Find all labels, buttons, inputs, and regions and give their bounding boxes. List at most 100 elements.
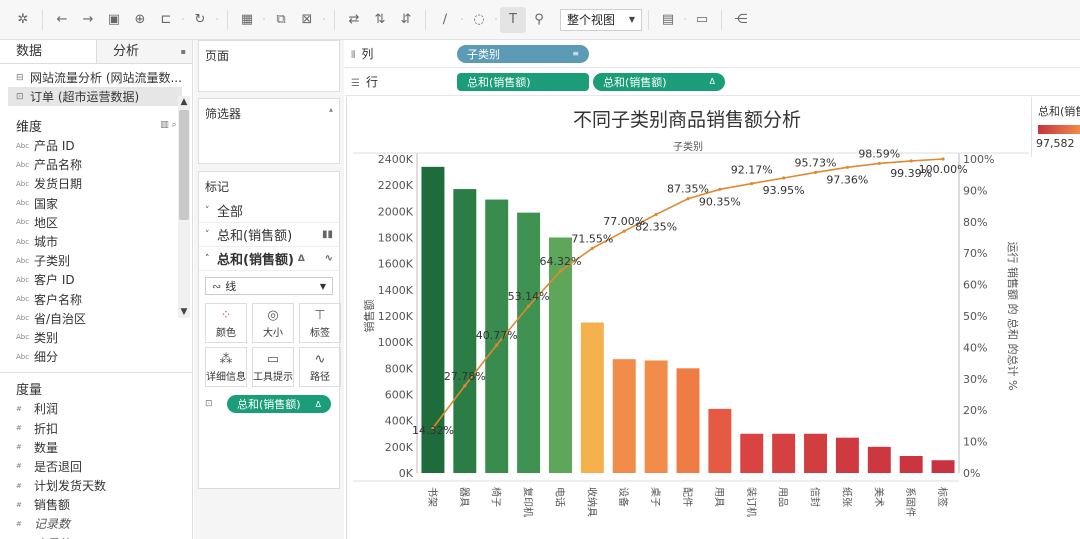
tab-data[interactable]: 数据: [0, 40, 96, 63]
rows-pill-1[interactable]: 总和(销售额): [457, 72, 589, 91]
dropdown-dot[interactable]: ·: [681, 15, 689, 25]
pages-title: 页面: [205, 49, 230, 63]
new-datasource-icon[interactable]: ⊕: [127, 7, 153, 33]
field-label: 城市: [34, 235, 59, 250]
field-item[interactable]: Abc 类别: [0, 328, 192, 347]
field-label: 利润: [34, 402, 59, 417]
field-item[interactable]: Abc 城市: [0, 232, 192, 251]
new-worksheet-icon[interactable]: ▦: [234, 7, 260, 33]
pages-card[interactable]: 页面: [198, 40, 340, 92]
refresh-icon[interactable]: ↻: [187, 7, 213, 33]
sort-descending-icon[interactable]: ⇵: [393, 7, 419, 33]
pareto-chart[interactable]: 子类别 0K 200K 400K 600K 800K 1000K 1200K 1400K 1600…: [347, 97, 1031, 539]
pin-icon[interactable]: ⚲: [526, 7, 552, 33]
tableau-logo-icon[interactable]: ✲: [10, 7, 36, 33]
back-icon[interactable]: ←: [49, 7, 75, 33]
size-encoding-button[interactable]: ◎ 大小: [252, 303, 294, 343]
dropdown-dot[interactable]: ·: [320, 15, 328, 25]
marks-sales-line-row[interactable]: ˄ 总和(销售额) Δ ∿: [199, 247, 339, 271]
mark-type-select[interactable]: ∾ 线 ▼: [205, 277, 333, 295]
field-item[interactable]: #度量值: [0, 534, 192, 539]
presentation-icon[interactable]: ▭: [689, 7, 715, 33]
chevron-down-icon[interactable]: ▼: [178, 306, 190, 318]
marks-sales-bar-row[interactable]: ˅ 总和(销售额) ▮▮: [199, 223, 339, 247]
rows-shelf[interactable]: ☰ 行 总和(销售额) 总和(销售额) Δ: [345, 68, 1080, 96]
dimension-type-icon: Abc: [16, 237, 30, 246]
line-data-label: 27.78%: [444, 370, 486, 383]
encoding-label: 路径: [310, 371, 330, 383]
field-item[interactable]: Abc 发货日期: [0, 174, 192, 193]
columns-shelf[interactable]: ⦀ 列 子类别 ≡: [345, 40, 1080, 68]
dimension-type-icon: Abc: [16, 333, 30, 342]
detail-encoding-button[interactable]: ⁂ 详细信息: [205, 347, 247, 387]
dropdown-dot[interactable]: ·: [179, 15, 187, 25]
marks-all-row[interactable]: ˅ 全部: [199, 199, 339, 223]
duplicate-icon[interactable]: ⧉: [268, 7, 294, 33]
tooltip-encoding-button[interactable]: ▭ 工具提示: [252, 347, 294, 387]
color-legend[interactable]: 总和(销售额) 97,582: [1031, 97, 1080, 157]
dropdown-dot[interactable]: ·: [492, 15, 500, 25]
field-item[interactable]: # 利润: [0, 399, 192, 418]
forward-icon[interactable]: →: [75, 7, 101, 33]
field-item[interactable]: # 销售额: [0, 495, 192, 514]
highlight-icon[interactable]: ∕: [432, 7, 458, 33]
card-menu-icon[interactable]: ▴: [329, 105, 333, 114]
line-point: [750, 181, 754, 186]
color-encoding-button[interactable]: ⁘ 颜色: [205, 303, 247, 343]
field-item[interactable]: # 计划发货天数: [0, 476, 192, 495]
path-encoding-button[interactable]: ∿ 路径: [299, 347, 341, 387]
path-pill[interactable]: 总和(销售额) Δ: [227, 395, 331, 413]
x-axis-title: 子类别: [673, 140, 703, 153]
label-encoding-button[interactable]: ⊤ 标签: [299, 303, 341, 343]
marks-all-label: 全部: [217, 205, 244, 220]
field-item[interactable]: Abc 省/自治区: [0, 309, 192, 328]
view-mode-select[interactable]: 整个视图 ▼: [560, 8, 642, 31]
show-me-icon[interactable]: ▤: [655, 7, 681, 33]
pause-update-icon[interactable]: ⊏: [153, 7, 179, 33]
filters-card[interactable]: 筛选器 ▴: [198, 98, 340, 164]
field-item[interactable]: # 是否退回: [0, 457, 192, 476]
field-item[interactable]: Abc 产品名称: [0, 155, 192, 174]
datasource-item-selected[interactable]: ⊡ 订单 (超市运营数据): [8, 87, 182, 106]
datasource-item[interactable]: ⊟ 网站流量分析 (网站流量数...: [0, 68, 192, 87]
x-tick-label: 复印机: [522, 487, 535, 517]
field-label: 是否退回: [34, 459, 83, 474]
chart-view[interactable]: 不同子类别商品销售额分析 子类别 0K 200K 400K 600K 800K 1000K 1…: [346, 97, 1030, 539]
chevron-up-icon[interactable]: ▲: [178, 96, 190, 108]
datasource-label: 订单 (超市运营数据): [30, 90, 140, 104]
field-item[interactable]: # 折扣: [0, 418, 192, 437]
field-item[interactable]: Abc 细分: [0, 347, 192, 366]
field-item[interactable]: Abc 产品 ID: [0, 136, 192, 155]
dimensions-scrollbar[interactable]: ▲ ▼: [178, 96, 190, 318]
field-item[interactable]: Abc 客户 ID: [0, 270, 192, 289]
line-mark-icon: ∾: [212, 279, 222, 293]
columns-pill[interactable]: 子类别 ≡: [457, 44, 589, 63]
field-item[interactable]: # 记录数: [0, 514, 192, 533]
dimension-type-icon: Abc: [16, 218, 30, 227]
tab-menu-icon[interactable]: ▪: [181, 40, 186, 64]
dimension-type-icon: Abc: [16, 275, 30, 284]
rows-pill-2[interactable]: 总和(销售额) Δ: [593, 72, 725, 91]
field-item[interactable]: # 数量: [0, 438, 192, 457]
field-label: 省/自治区: [34, 311, 87, 326]
dropdown-dot[interactable]: ·: [260, 15, 268, 25]
line-data-label: 14.32%: [412, 424, 454, 437]
clear-sheet-icon[interactable]: ⊠: [294, 7, 320, 33]
dropdown-dot[interactable]: ·: [213, 15, 221, 25]
field-item[interactable]: Abc 子类别: [0, 251, 192, 270]
show-labels-icon[interactable]: T: [500, 6, 526, 33]
group-icon[interactable]: ◌: [466, 7, 492, 33]
dropdown-dot[interactable]: ·: [458, 15, 466, 25]
scroll-thumb[interactable]: [179, 110, 189, 220]
sort-ascending-icon[interactable]: ⇅: [367, 7, 393, 33]
line-data-label: 92.17%: [731, 164, 773, 177]
share-icon[interactable]: ⋲: [728, 7, 754, 33]
tab-analysis[interactable]: 分析 ▪: [96, 40, 192, 63]
swap-axes-icon[interactable]: ⇄: [341, 7, 367, 33]
save-icon[interactable]: ▣: [101, 7, 127, 33]
field-item[interactable]: Abc 国家: [0, 194, 192, 213]
field-item[interactable]: Abc 客户名称: [0, 290, 192, 309]
dimension-type-icon: Abc: [16, 199, 30, 208]
dimension-type-icon: Abc: [16, 295, 30, 304]
field-item[interactable]: Abc 地区: [0, 213, 192, 232]
